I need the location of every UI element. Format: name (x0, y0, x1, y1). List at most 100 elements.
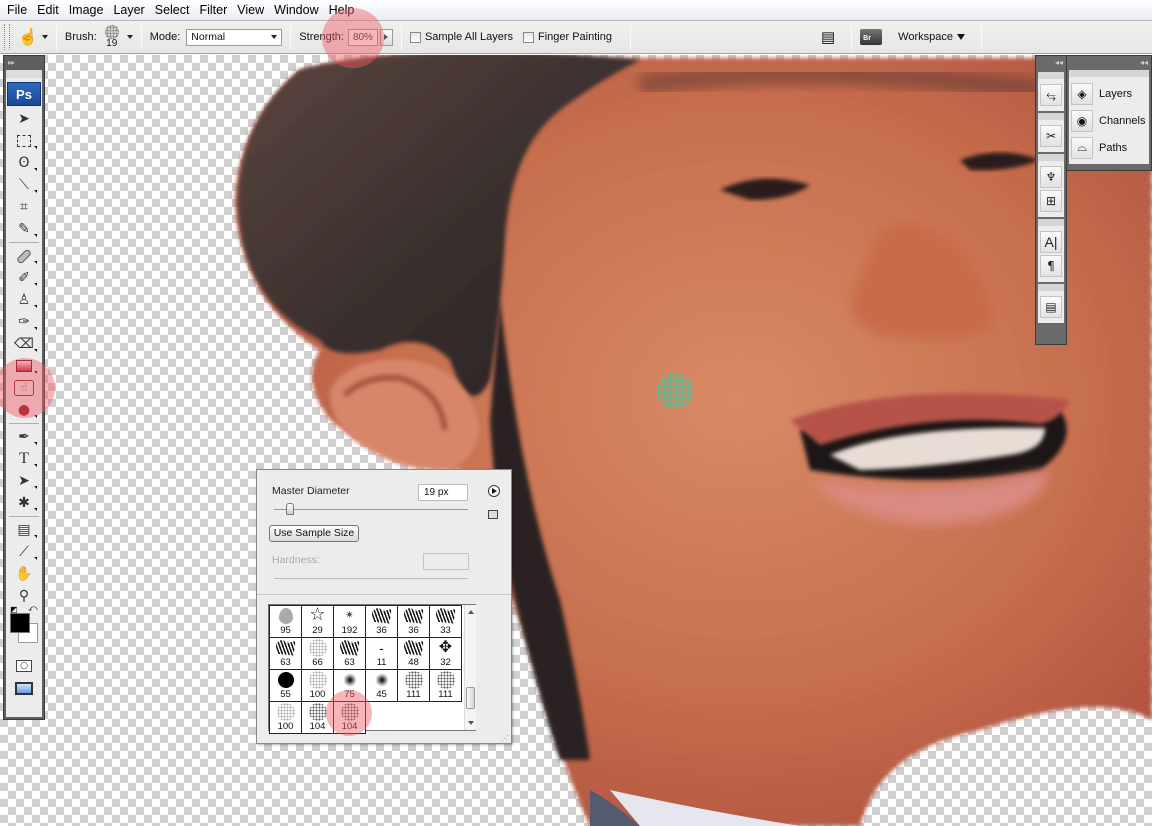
palette-well-icon[interactable]: ▤ (821, 28, 835, 46)
info-panel-icon[interactable]: ▤ (1040, 296, 1062, 318)
brush-preset[interactable]: 111 (430, 670, 462, 702)
menu-edit[interactable]: Edit (34, 3, 66, 17)
hardness-input[interactable] (423, 553, 469, 570)
expand-icon[interactable]: ▸▸ (4, 56, 44, 70)
brush-preset[interactable]: 100 (302, 670, 334, 702)
divider (140, 24, 142, 50)
presets-scrollbar[interactable] (464, 605, 476, 730)
resize-grip-icon[interactable]: ⋰ (501, 734, 509, 743)
eraser-tool-button[interactable]: ⌫ (6, 333, 42, 355)
brush-preset[interactable]: 55 (270, 670, 302, 702)
finger-painting-checkbox[interactable]: Finger Painting (522, 31, 612, 43)
brush-preset[interactable]: 45 (366, 670, 398, 702)
brush-picker-button[interactable]: 19 (104, 25, 119, 49)
notes-tool-button[interactable]: ▤ (6, 519, 42, 541)
brush-preset[interactable]: ✷ 192 (334, 606, 366, 638)
menu-layer[interactable]: Layer (110, 3, 151, 17)
strength-input[interactable]: 80% (347, 28, 378, 46)
diameter-slider-thumb[interactable] (286, 503, 294, 515)
slice-tool-button[interactable]: ✎ (6, 218, 42, 240)
brush-preset[interactable]: 33 (430, 606, 462, 638)
marquee-tool-button[interactable] (6, 130, 42, 152)
foreground-color-swatch[interactable] (10, 613, 30, 633)
collapse-icon[interactable]: ◂◂ (1036, 56, 1066, 70)
sample-all-layers-checkbox[interactable]: Sample All Layers (409, 31, 513, 43)
checkbox-box[interactable] (409, 31, 421, 43)
clone-source-icon[interactable]: ⊞ (1040, 190, 1062, 212)
quick-mask-button[interactable]: ○ (6, 655, 42, 677)
paths-panel-button[interactable]: ⌓ Paths (1071, 134, 1147, 161)
crop-tool-button[interactable]: ⌗ (6, 196, 42, 218)
ps-logo[interactable]: Ps (7, 82, 41, 106)
brush-preset[interactable]: 48 (398, 638, 430, 670)
document-canvas[interactable] (0, 55, 1152, 826)
strength-slider-button[interactable] (379, 28, 393, 46)
brush-preset[interactable]: 104 (334, 702, 366, 734)
history-brush-tool-button[interactable]: ✑ (6, 311, 42, 333)
menu-help[interactable]: Help (326, 3, 362, 17)
character-panel-icon[interactable]: A| (1040, 231, 1062, 253)
scroll-thumb[interactable] (466, 687, 475, 709)
brush-menu-button[interactable] (488, 485, 500, 497)
mode-select[interactable]: Normal (186, 28, 283, 46)
lasso-tool-button[interactable]: ʘ (6, 152, 42, 174)
menu-file[interactable]: File (4, 3, 34, 17)
brush-preset[interactable]: 100 (270, 702, 302, 734)
hardness-slider-track[interactable] (274, 578, 468, 579)
brush-preset[interactable]: -11 (366, 638, 398, 670)
bridge-icon[interactable]: Br (860, 29, 883, 45)
use-sample-size-button[interactable]: Use Sample Size (269, 525, 359, 542)
chevron-down-icon[interactable] (126, 35, 133, 39)
pen-tool-button[interactable]: ✒ (6, 426, 42, 448)
brush-preset[interactable]: 95 (270, 606, 302, 638)
healing-brush-tool-button[interactable] (6, 245, 42, 267)
checkbox-box[interactable] (522, 31, 534, 43)
brush-preset[interactable]: ✥ 32 (430, 638, 462, 670)
workspace-menu[interactable]: Workspace (898, 31, 965, 43)
smudge-tool-button[interactable]: ☝ (6, 377, 42, 399)
brush-preset[interactable]: 111 (398, 670, 430, 702)
magnifier-icon: ⚲ (18, 588, 30, 604)
hand-tool-button[interactable]: ✋ (6, 563, 42, 585)
options-bar-grip[interactable] (4, 24, 10, 50)
tool-presets-icon[interactable]: ✂ (1040, 125, 1062, 147)
quick-selection-tool-button[interactable]: ⟍ (6, 174, 42, 196)
diameter-slider-track[interactable] (274, 509, 468, 510)
tool-preset-picker[interactable]: ☝ (18, 27, 48, 47)
gradient-tool-button[interactable] (6, 355, 42, 377)
menu-filter[interactable]: Filter (196, 3, 234, 17)
menu-window[interactable]: Window (271, 3, 325, 17)
menu-select[interactable]: Select (152, 3, 197, 17)
brush-preset[interactable]: 75 (334, 670, 366, 702)
brush-preset[interactable]: 36 (366, 606, 398, 638)
collapse-icon[interactable]: ◂◂ (1067, 56, 1151, 70)
path-selection-tool-button[interactable]: ➤ (6, 470, 42, 492)
move-tool-button[interactable]: ➤ (6, 108, 42, 130)
new-preset-icon[interactable] (488, 510, 498, 519)
channels-panel-button[interactable]: ◉ Channels (1071, 107, 1147, 134)
layers-panel-button[interactable]: ◈ Layers (1071, 80, 1147, 107)
menu-view[interactable]: View (234, 3, 271, 17)
master-diameter-input[interactable]: 19 px (418, 484, 468, 501)
shape-icon: ✱ (18, 495, 30, 511)
brush-preset[interactable]: 63 (334, 638, 366, 670)
brush-preset[interactable]: 104 (302, 702, 334, 734)
brush-preset[interactable]: 36 (398, 606, 430, 638)
screen-mode-button[interactable] (6, 677, 42, 699)
custom-shape-tool-button[interactable]: ✱ (6, 492, 42, 514)
brush-preset[interactable]: 66 (302, 638, 334, 670)
clone-stamp-tool-button[interactable]: ♙ (6, 289, 42, 311)
brush-preset[interactable]: 63 (270, 638, 302, 670)
eyedropper-tool-button[interactable]: ⟋ (6, 541, 42, 563)
brush-size-label: 75 (344, 689, 355, 700)
burn-tool-button[interactable]: ● (6, 399, 42, 421)
menu-image[interactable]: Image (66, 3, 111, 17)
type-tool-button[interactable]: T (6, 448, 42, 470)
scroll-up-icon[interactable] (468, 610, 474, 614)
brush-preset[interactable]: ☆ 29 (302, 604, 334, 638)
scroll-down-icon[interactable] (468, 721, 474, 725)
history-panel-icon[interactable]: ⥃ (1040, 84, 1062, 106)
paragraph-panel-icon[interactable]: ¶ (1040, 255, 1062, 277)
brush-tool-button[interactable]: ✐ (6, 267, 42, 289)
brushes-panel-icon[interactable]: ♆ (1040, 166, 1062, 188)
